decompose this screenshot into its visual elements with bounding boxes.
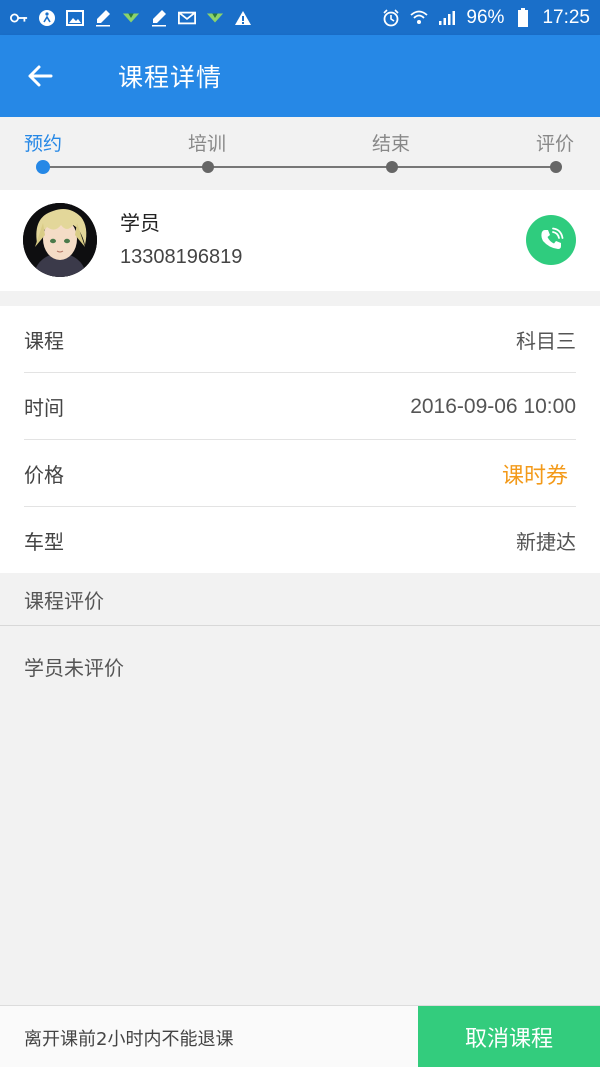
image-icon xyxy=(66,9,84,27)
info-row-price: 价格 课时券 xyxy=(0,440,600,507)
info-row-course: 课程 科目三 xyxy=(0,306,600,373)
battery-level: 96% xyxy=(466,6,505,28)
download-icon xyxy=(206,9,224,27)
back-button[interactable] xyxy=(0,35,80,117)
bottom-bar: 离开课前2小时内不能退课 取消课程 xyxy=(0,1005,600,1067)
price-label: 价格 xyxy=(24,463,64,487)
signal-icon xyxy=(438,9,456,27)
alarm-icon xyxy=(382,8,400,27)
car-model-value: 新捷达 xyxy=(516,530,576,554)
time-label: 时间 xyxy=(24,396,64,420)
step-dot-booked xyxy=(36,160,50,174)
warning-icon xyxy=(234,9,252,27)
battery-icon xyxy=(514,7,532,27)
step-dot-review xyxy=(550,161,562,173)
avatar xyxy=(23,203,97,277)
accessibility-icon xyxy=(38,9,56,27)
car-model-label: 车型 xyxy=(24,530,64,554)
time-value: 2016-09-06 10:00 xyxy=(410,394,576,418)
evaluation-content: 学员未评价 xyxy=(24,656,124,680)
student-card: 学员 13308196819 xyxy=(0,190,600,291)
app-bar: 课程详情 xyxy=(0,35,600,117)
step-label-booked: 预约 xyxy=(24,133,63,155)
step-dot-training xyxy=(202,161,214,173)
pen-icon xyxy=(94,9,112,27)
progress-line xyxy=(42,166,556,168)
student-role: 学员 xyxy=(120,211,160,235)
student-phone: 13308196819 xyxy=(120,246,243,268)
price-value: 课时券 xyxy=(501,463,568,489)
status-bar-system: 96% 17:25 xyxy=(382,7,590,29)
status-bar: 96% 17:25 xyxy=(0,0,600,35)
step-label-training: 培训 xyxy=(188,133,227,155)
wifi-icon xyxy=(410,9,429,27)
step-label-review: 评价 xyxy=(536,133,575,155)
step-label-finished: 结束 xyxy=(372,133,411,155)
evaluation-header: 课程评价 xyxy=(0,573,600,626)
mail-icon xyxy=(178,9,196,27)
step-dot-finished xyxy=(386,161,398,173)
info-row-time: 时间 2016-09-06 10:00 xyxy=(0,373,600,440)
phone-icon xyxy=(541,227,564,249)
pen-icon xyxy=(150,9,168,27)
page-title: 课程详情 xyxy=(118,63,223,92)
course-value: 科目三 xyxy=(516,329,576,353)
progress-steps: 预约 培训 结束 评价 xyxy=(0,117,600,189)
cancel-course-button[interactable]: 取消课程 xyxy=(418,1006,600,1067)
arrow-left-icon xyxy=(28,65,53,87)
clock: 17:25 xyxy=(542,6,590,28)
course-info-list: 课程 科目三 时间 2016-09-06 10:00 价格 课时券 车型 新捷达 xyxy=(0,306,600,574)
refund-notice: 离开课前2小时内不能退课 xyxy=(24,1029,234,1050)
call-button[interactable] xyxy=(526,215,576,265)
key-icon xyxy=(10,9,28,27)
course-label: 课程 xyxy=(24,329,64,353)
download-icon xyxy=(122,9,140,27)
status-bar-notifications xyxy=(10,9,252,27)
info-row-car-model: 车型 新捷达 xyxy=(0,507,600,574)
